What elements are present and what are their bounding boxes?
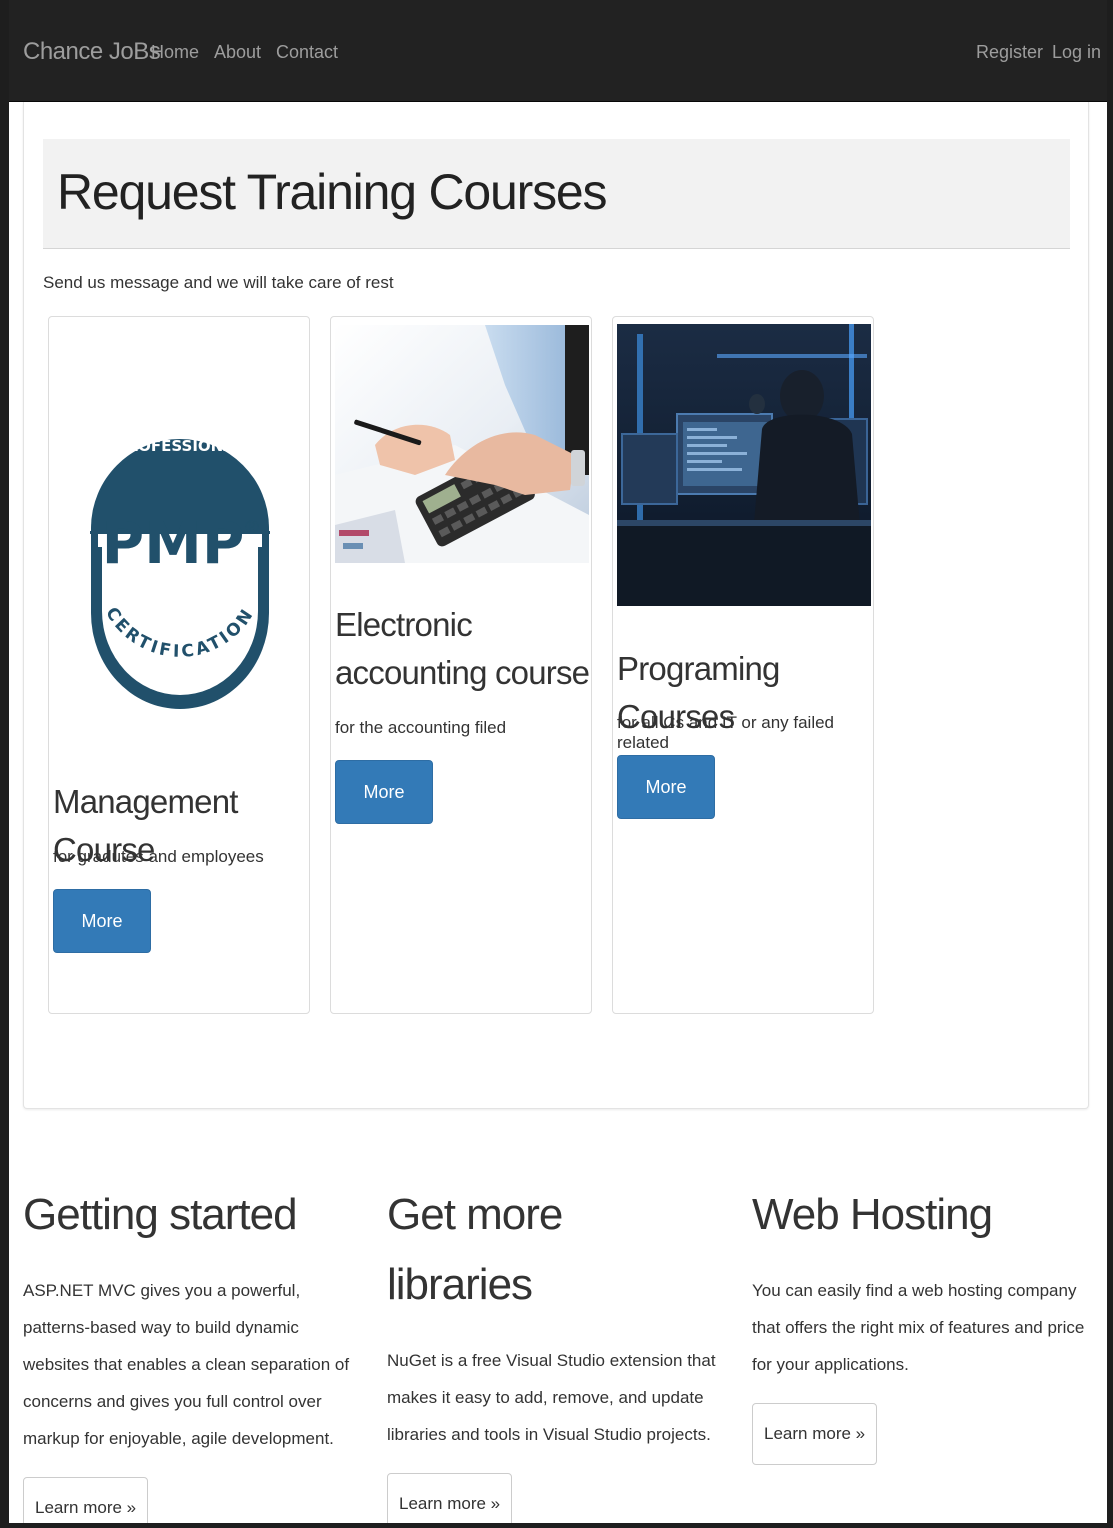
libraries-learn-more-button[interactable]: Learn more »: [387, 1473, 513, 1528]
badge-registered-mark: ®: [243, 517, 261, 538]
nav-about-link[interactable]: About: [214, 42, 261, 63]
more-details-button-accounting[interactable]: More Details: [335, 760, 433, 864]
page-title: Request Training Courses: [57, 164, 607, 220]
web-hosting-heading: Web Hosting: [752, 1190, 993, 1239]
window-frame-right: [1107, 0, 1113, 1528]
course-desc-accounting: for the accounting filed: [335, 718, 507, 737]
more-details-button-programming[interactable]: More Details: [617, 755, 715, 859]
badge-line-professional: PROFESSIONAL: [116, 437, 245, 455]
course-card-management: PROJECT MANAGEMENT PROFESSIONAL PMP ® CE…: [48, 316, 310, 1014]
web-hosting-learn-more-button[interactable]: Learn more »: [752, 1403, 878, 1465]
libraries-heading: Get more libraries: [387, 1190, 563, 1309]
libraries-section: Get more libraries NuGet is a free Visua…: [387, 1180, 717, 1528]
badge-line-management: MANAGEMENT: [119, 411, 241, 429]
course-desc-programming: for all Cs and IT or any failed related: [617, 713, 835, 752]
nav-contact-link[interactable]: Contact: [276, 42, 338, 63]
badge-acronym: PMP: [102, 509, 245, 577]
getting-started-heading: Getting started: [23, 1190, 298, 1239]
window-frame-left: [0, 0, 9, 1528]
more-details-button-management[interactable]: More Details: [53, 889, 151, 993]
nav-login-link[interactable]: Log in: [1052, 42, 1101, 63]
getting-started-learn-more-button[interactable]: Learn more »: [23, 1477, 149, 1528]
web-hosting-text: You can easily find a web hosting compan…: [752, 1281, 1085, 1374]
accounting-calculator-photo: [335, 325, 589, 563]
badge-line-project: PROJECT: [144, 385, 217, 403]
getting-started-section: Getting started ASP.NET MVC gives you a …: [23, 1180, 363, 1528]
window-frame-bottom: [0, 1523, 1113, 1528]
top-navbar: Chance JoBs Home About Contact Register …: [0, 0, 1113, 102]
course-card-programming: Programing Courses for all Cs and IT or …: [612, 316, 874, 1014]
nav-home-link[interactable]: Home: [151, 42, 199, 63]
libraries-text: NuGet is a free Visual Studio extension …: [387, 1351, 716, 1444]
course-desc-management: for gradutes and employees: [53, 847, 264, 866]
getting-started-text: ASP.NET MVC gives you a powerful, patter…: [23, 1281, 350, 1448]
course-card-accounting: Electronic accounting course for the acc…: [330, 316, 592, 1014]
course-title-accounting: Electronic accounting course: [335, 606, 590, 691]
page-lead-text: Send us message and we will take care of…: [43, 273, 394, 292]
nav-register-link[interactable]: Register: [976, 42, 1043, 63]
brand-link[interactable]: Chance JoBs: [23, 38, 161, 66]
page-title-bar: Request Training Courses: [43, 139, 1070, 249]
programming-workstation-photo: [617, 324, 871, 606]
pmp-certification-badge: PROJECT MANAGEMENT PROFESSIONAL PMP ® CE…: [90, 385, 270, 709]
web-hosting-section: Web Hosting You can easily find a web ho…: [752, 1180, 1097, 1465]
